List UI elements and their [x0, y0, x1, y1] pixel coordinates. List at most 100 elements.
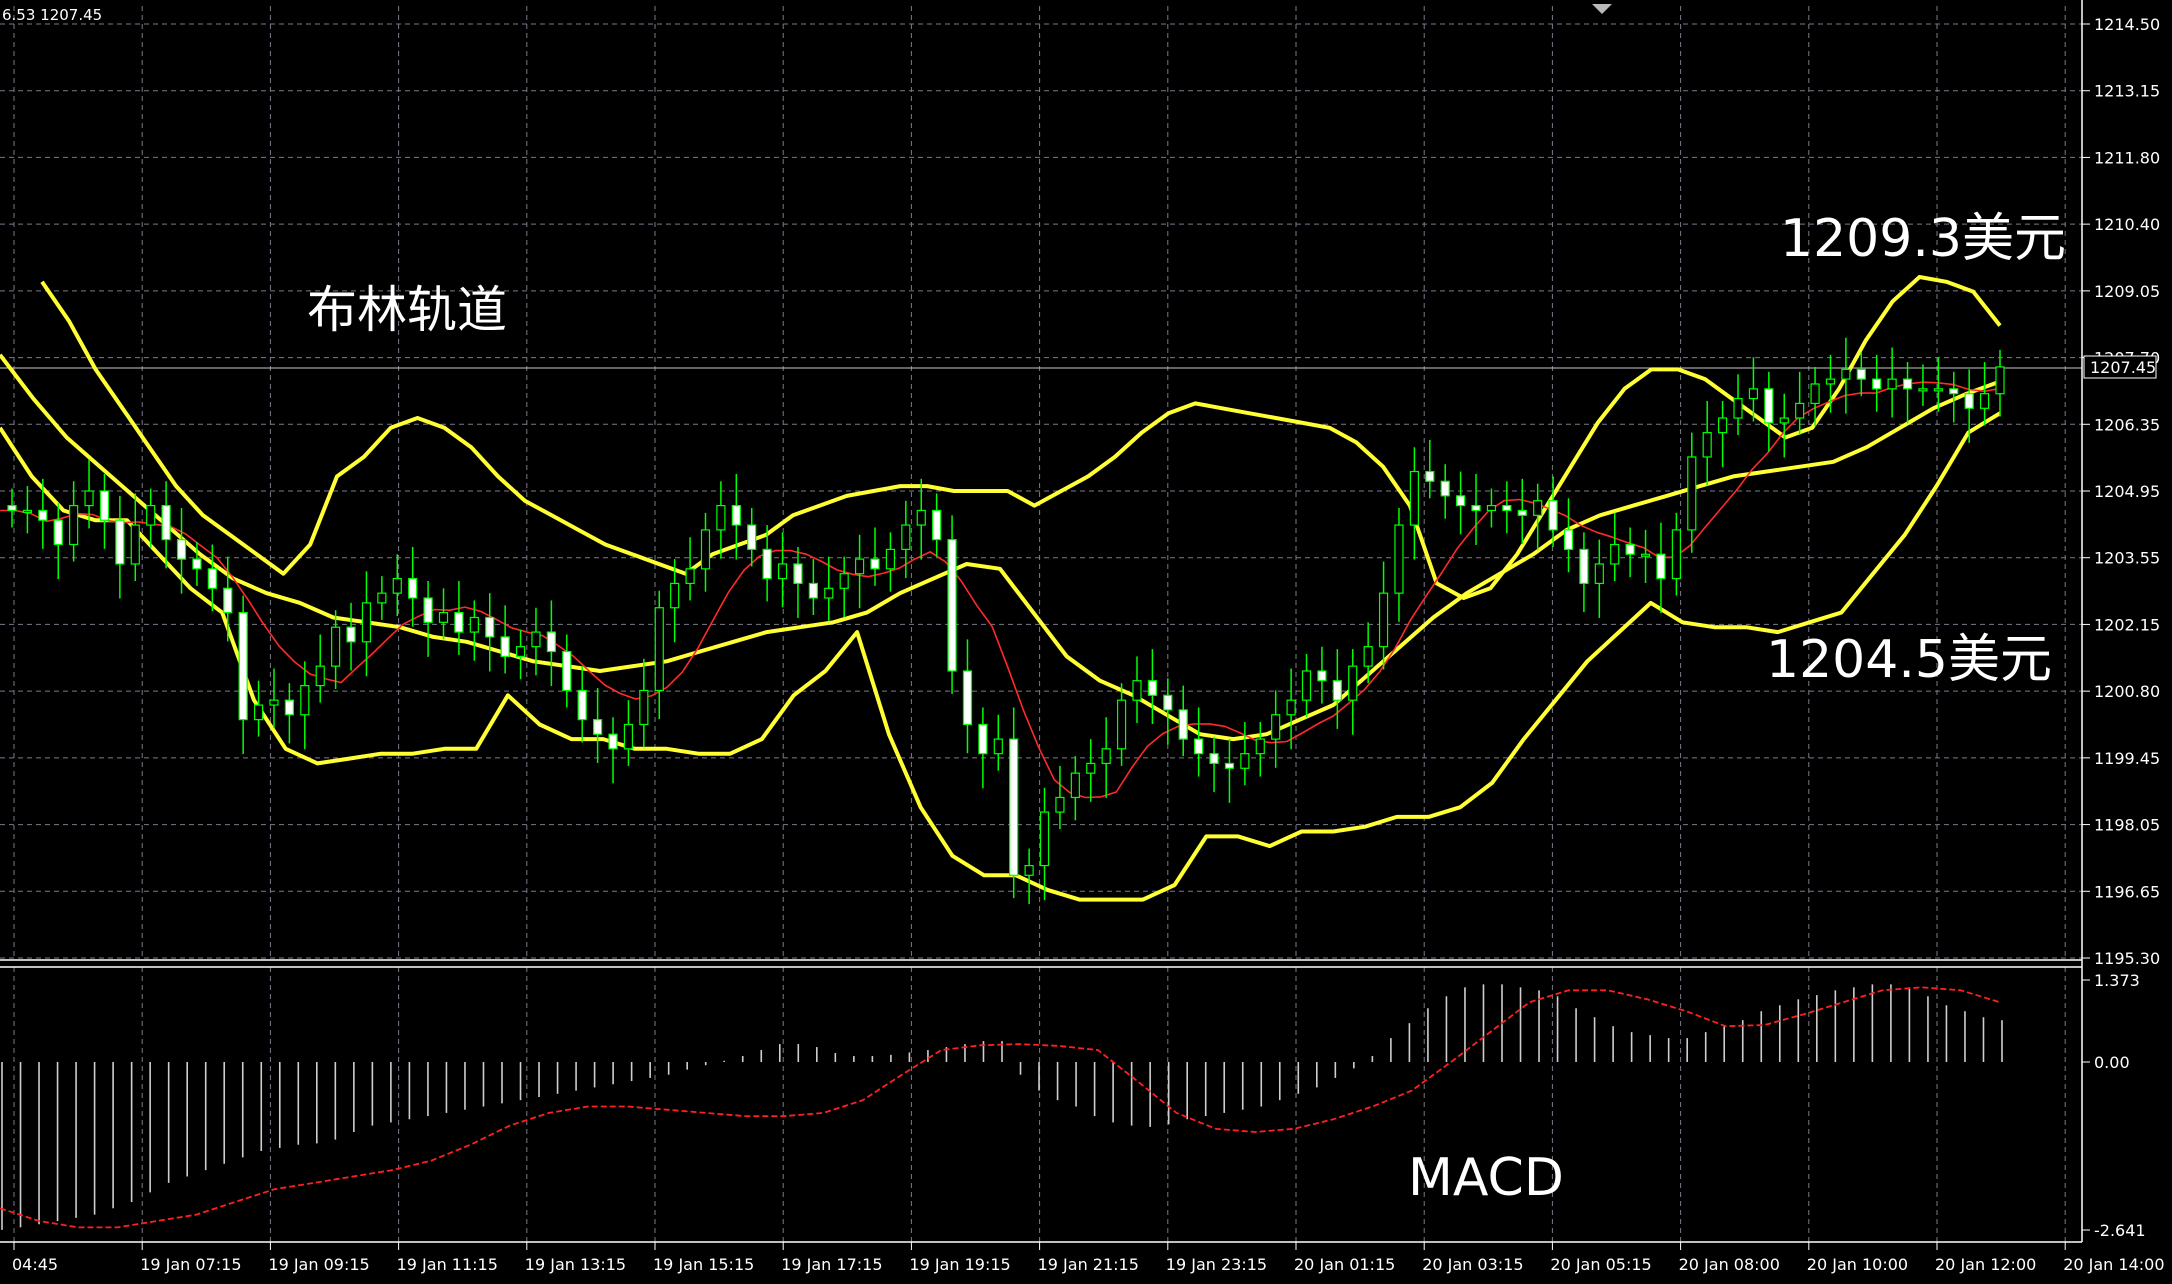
candle-bullish [1841, 368, 1851, 380]
macd-label: MACD [1408, 1148, 1564, 1208]
candle-bullish [1687, 456, 1697, 531]
candle-bullish [1995, 366, 2005, 395]
candle-bearish [1163, 694, 1173, 711]
macd-tick-label: 0.00 [2094, 1053, 2130, 1072]
candle-bearish [284, 699, 294, 716]
candle-bullish [854, 558, 865, 575]
candle-bearish [1764, 388, 1774, 424]
candle-bullish [1378, 592, 1389, 648]
candle-bearish [932, 509, 942, 541]
candle-bullish [1086, 762, 1096, 774]
candle-bullish [700, 529, 711, 570]
candle-bearish [1625, 543, 1635, 555]
candle-bearish [1949, 388, 1959, 395]
candle-bullish [1055, 796, 1065, 813]
candle-bearish [1656, 553, 1666, 580]
candle-bearish [485, 616, 495, 638]
time-tick-label: 20 Jan 12:00 [1935, 1255, 2036, 1274]
candle-bearish [53, 519, 63, 546]
candle-bullish [1594, 563, 1604, 585]
time-tick-label: 20 Jan 03:15 [1422, 1255, 1523, 1274]
candle-bearish [793, 563, 803, 585]
price-tick-label: 1200.80 [2094, 682, 2160, 701]
candle-bearish [546, 631, 556, 653]
candle-bullish [1671, 529, 1681, 580]
candle-bearish [808, 582, 818, 599]
candle-bullish [1610, 543, 1620, 565]
candle-bullish [1640, 553, 1651, 557]
candle-bullish [654, 607, 664, 692]
candle-bullish [300, 684, 310, 716]
candle-bearish [1209, 753, 1219, 765]
time-tick-label: 19 Jan 15:15 [653, 1255, 754, 1274]
candle-bearish [1902, 378, 1913, 390]
candle-bearish [1872, 378, 1882, 390]
candle-bullish [916, 509, 926, 526]
price-tick-label: 1213.15 [2094, 82, 2160, 101]
candle-bullish [670, 582, 680, 609]
time-tick-label: 20 Jan 08:00 [1679, 1255, 1780, 1274]
candle-bullish [331, 626, 341, 667]
price-chart[interactable]: 04:45 19 Jan 07:15 19 Jan 09:15 19 Jan 11:1… [0, 0, 2172, 1284]
candle-bullish [1733, 397, 1743, 419]
candle-bearish [408, 577, 418, 599]
candle-bearish [207, 568, 217, 589]
candle-bullish [1271, 714, 1281, 740]
candle-bullish [377, 592, 387, 604]
candle-bearish [1194, 738, 1204, 755]
candle-bullish [1409, 470, 1419, 526]
candle-bullish [1039, 811, 1050, 867]
candle-bearish [1856, 368, 1866, 380]
candle-bearish [38, 509, 48, 521]
upper-band-annotation: 1209.3美元 [1780, 209, 2066, 269]
time-tick-label: 19 Jan 13:15 [525, 1255, 626, 1274]
candle-bullish [1363, 646, 1373, 667]
candle-bearish [1517, 509, 1527, 516]
candle-bullish [1779, 417, 1789, 424]
candle-bearish [870, 558, 880, 570]
candle-bullish [1979, 393, 1990, 409]
candle-bullish [824, 587, 834, 599]
candle-bearish [747, 524, 757, 550]
candle-bearish [1224, 762, 1235, 769]
time-tick-label: 19 Jan 07:15 [140, 1255, 241, 1274]
candle-bearish [962, 670, 973, 726]
candle-bearish [608, 733, 618, 750]
candle-bullish [438, 612, 449, 623]
lower-band-annotation: 1204.5美元 [1766, 630, 2052, 690]
candle-bullish [623, 723, 634, 750]
candle-bullish [515, 646, 526, 657]
candle-bullish [531, 631, 541, 648]
candle-bullish [839, 573, 849, 589]
candle-bullish [392, 577, 402, 594]
candle-bullish [269, 699, 279, 706]
candle-bullish [1101, 748, 1111, 765]
candle-bearish [161, 504, 171, 541]
price-tick-label: 1214.50 [2094, 15, 2160, 34]
time-tick-label: 19 Jan 09:15 [268, 1255, 369, 1274]
time-tick-label: 19 Jan 17:15 [781, 1255, 882, 1274]
candle-bullish [993, 738, 1003, 755]
candle-bearish [238, 612, 248, 721]
candle-bullish [146, 504, 156, 526]
time-tick-label: 04:45 [12, 1255, 58, 1274]
candle-bullish [22, 509, 33, 514]
candle-bullish [1810, 383, 1820, 405]
candle-bullish [253, 704, 264, 721]
candle-bullish [1116, 699, 1127, 750]
candle-bullish [1070, 772, 1080, 799]
price-tick-label: 1204.95 [2094, 482, 2160, 501]
candle-bearish [1502, 504, 1512, 512]
candle-bearish [192, 558, 202, 570]
candle-bullish [1718, 417, 1728, 434]
candle-bearish [1964, 393, 1974, 409]
price-tick-label: 1198.05 [2094, 816, 2160, 835]
candle-bullish [1887, 378, 1897, 390]
price-tick-label: 1196.65 [2094, 882, 2160, 901]
candle-bearish [593, 719, 603, 735]
candle-bearish [99, 490, 110, 521]
time-tick-label: 20 Jan 10:00 [1807, 1255, 1908, 1274]
time-tick-label: 20 Jan 14:00 [2063, 1255, 2164, 1274]
candle-bullish [361, 602, 372, 643]
price-tick-label: 1202.15 [2094, 615, 2160, 634]
